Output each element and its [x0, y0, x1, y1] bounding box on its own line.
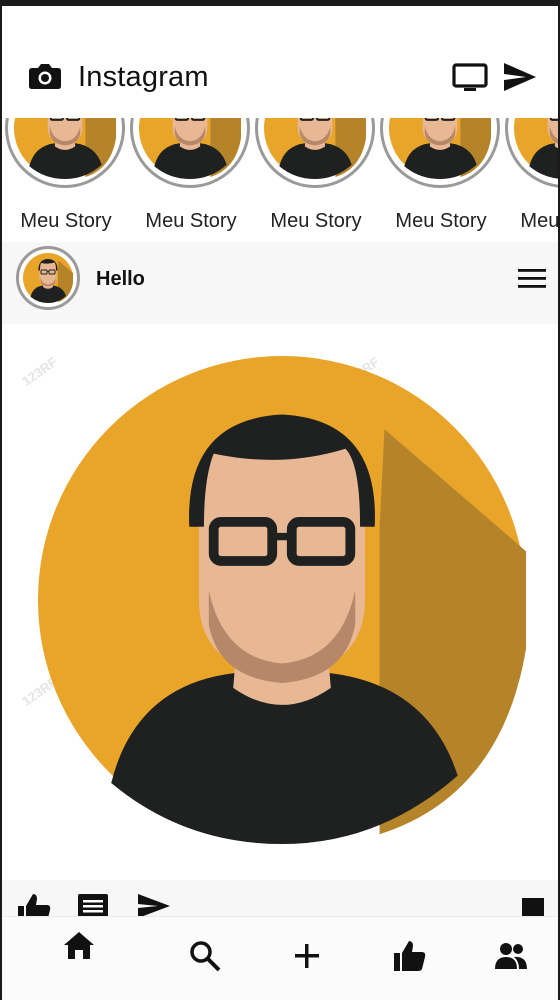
- story-item[interactable]: Meu Story: [2, 118, 126, 242]
- post-avatar-illustration: [38, 356, 526, 844]
- story-avatar[interactable]: [5, 118, 125, 188]
- add-icon[interactable]: [290, 939, 324, 973]
- story-label: Meu Story: [520, 210, 560, 232]
- story-label: Meu Story: [395, 210, 487, 232]
- post-actions: [2, 880, 558, 916]
- bottom-navigation: [2, 916, 558, 1000]
- send-icon[interactable]: [502, 61, 538, 93]
- home-icon[interactable]: [62, 929, 96, 963]
- story-item[interactable]: Meu Story: [252, 118, 376, 242]
- story-avatar[interactable]: [505, 118, 558, 188]
- story-avatar[interactable]: [255, 118, 375, 188]
- story-label: Meu Story: [20, 210, 112, 232]
- story-label: Meu Story: [270, 210, 362, 232]
- story-avatar[interactable]: [130, 118, 250, 188]
- like-icon[interactable]: [392, 939, 426, 973]
- story-item[interactable]: Meu Story: [502, 118, 560, 242]
- post-username[interactable]: Hello: [96, 268, 145, 291]
- story-item[interactable]: Meu Story: [377, 118, 501, 242]
- stories-bar: Meu Story Meu Story Meu Story Meu Story …: [2, 118, 560, 242]
- phone-screen: Instagram Meu Story Meu Story Meu Story …: [0, 0, 560, 1000]
- people-icon[interactable]: [494, 939, 528, 973]
- comment-icon[interactable]: [76, 892, 112, 916]
- avatar[interactable]: [16, 246, 80, 310]
- story-item[interactable]: Meu Story: [127, 118, 251, 242]
- menu-icon[interactable]: [518, 268, 548, 290]
- story-label: Meu Story: [145, 210, 237, 232]
- like-icon[interactable]: [16, 892, 52, 916]
- story-avatar[interactable]: [380, 118, 500, 188]
- post-image[interactable]: 123RF 123RF 123RF 123RF: [2, 324, 558, 880]
- post-header: Hello: [2, 242, 558, 324]
- search-icon[interactable]: [188, 939, 222, 973]
- bookmark-icon[interactable]: [518, 892, 554, 916]
- send-icon[interactable]: [136, 892, 172, 916]
- camera-icon[interactable]: [28, 62, 62, 90]
- app-title: Instagram: [78, 61, 209, 93]
- tv-icon[interactable]: [452, 62, 488, 94]
- app-bar: Instagram: [2, 6, 558, 118]
